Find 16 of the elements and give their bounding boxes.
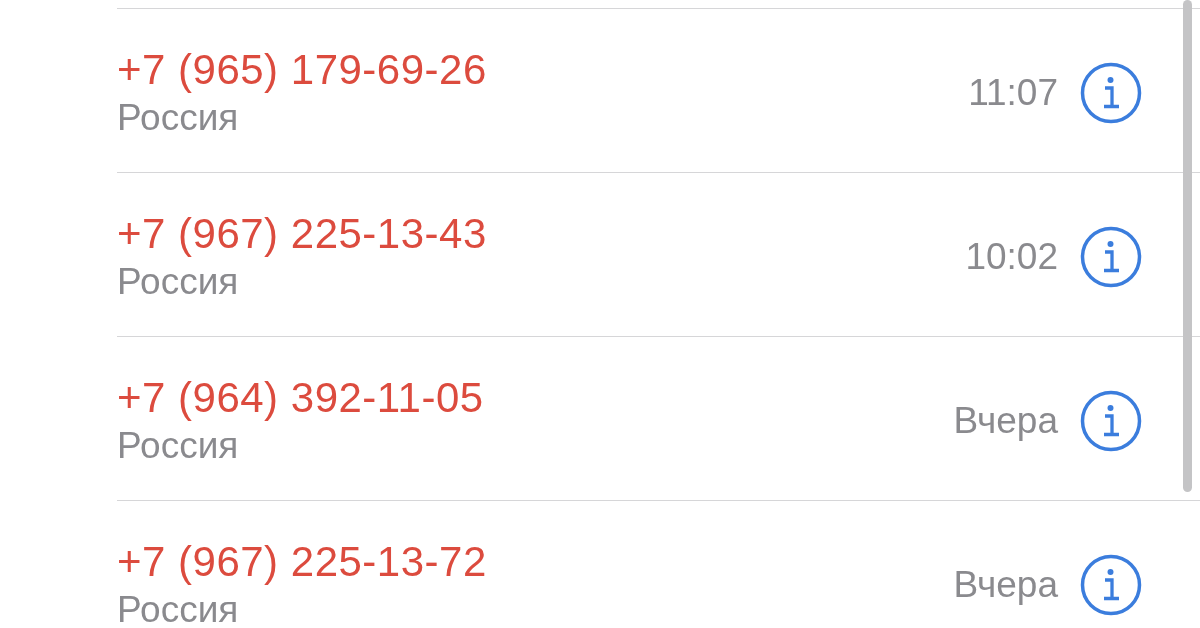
phone-number: +7 (967) 225-13-43 [117, 208, 488, 259]
call-time: 10:02 [965, 235, 1058, 278]
info-icon[interactable] [1080, 225, 1142, 288]
country-label: Россия [117, 259, 240, 304]
info-icon[interactable] [1080, 61, 1142, 124]
phone-number: +7 (965) 179-69-26 [117, 44, 488, 95]
country-label: Россия [117, 587, 240, 628]
phone-number: +7 (964) 392-11-05 [117, 372, 485, 423]
phone-number: +7 (967) 225-13-72 [117, 536, 488, 587]
info-icon[interactable] [1080, 553, 1142, 616]
info-icon[interactable] [1080, 389, 1142, 452]
country-label: Россия [117, 423, 240, 468]
call-time: Вчера [953, 399, 1058, 442]
country-label: Россия [117, 95, 240, 140]
call-time: Вчера [953, 563, 1058, 606]
call-time: 11:07 [968, 71, 1058, 114]
